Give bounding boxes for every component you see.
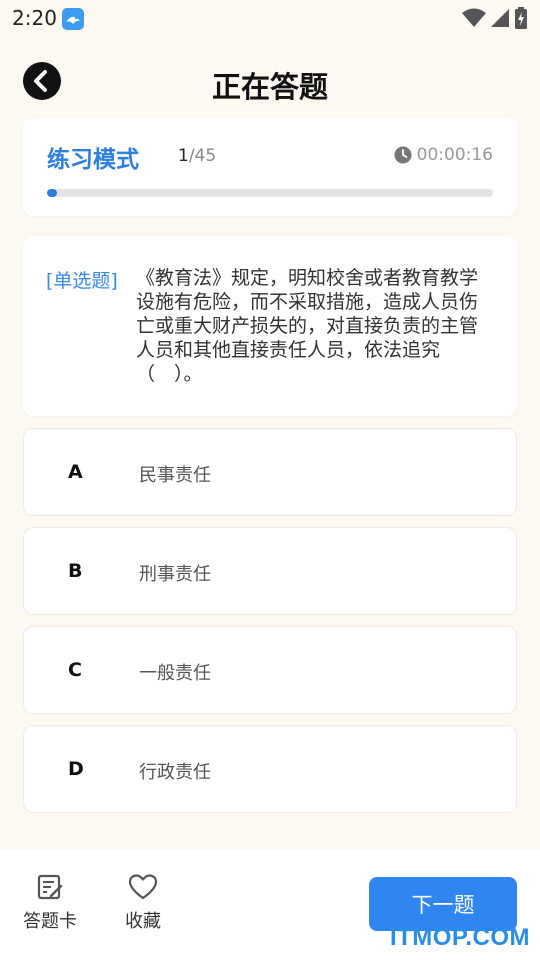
status-icons: [462, 7, 528, 33]
option-b[interactable]: B 刑事责任: [23, 527, 517, 615]
mode-label: 练习模式: [47, 147, 139, 173]
option-d[interactable]: D 行政责任: [23, 725, 517, 813]
timer-value: 00:00:16: [416, 145, 493, 165]
option-letter: D: [68, 758, 84, 780]
watermark: ITMOP.COM: [389, 924, 530, 951]
option-letter: A: [68, 461, 83, 483]
question-type: [单选题]: [46, 270, 118, 292]
progress-fill: [47, 189, 57, 197]
next-question-button[interactable]: 下一题: [369, 877, 517, 931]
option-letter: B: [68, 560, 83, 582]
option-text: 一般责任: [139, 663, 211, 684]
bottom-bar: 答题卡 收藏 下一题 ITMOP.COM: [0, 849, 540, 960]
answer-card-label: 答题卡: [23, 911, 77, 932]
app-notification-icon: [62, 8, 84, 30]
header: 正在答题: [0, 52, 540, 112]
wifi-icon: [462, 8, 486, 32]
favorite-button[interactable]: 收藏: [108, 873, 178, 933]
option-letter: C: [68, 659, 82, 681]
answer-card-button[interactable]: 答题卡: [15, 873, 85, 933]
page-title: 正在答题: [211, 70, 328, 104]
option-a[interactable]: A 民事责任: [23, 428, 517, 516]
answer-sheet-icon: [37, 874, 63, 900]
question-text: 《教育法》规定，明知校舍或者教育教学设施有危险，而不采取措施，造成人员伤亡或重大…: [136, 267, 479, 385]
current-question-number: 1: [178, 146, 189, 166]
option-text: 民事责任: [139, 465, 211, 486]
question-counter: 1/45: [178, 146, 216, 166]
heart-icon: [128, 874, 158, 900]
question-card: [单选题] 《教育法》规定，明知校舍或者教育教学设施有危险，而不采取措施，造成人…: [23, 236, 517, 416]
clock-icon: [394, 146, 412, 164]
option-text: 刑事责任: [139, 564, 211, 585]
progress-card: 练习模式 1/45 00:00:16: [23, 118, 517, 216]
timer: 00:00:16: [394, 145, 493, 165]
favorite-label: 收藏: [125, 911, 161, 932]
total-questions: /45: [188, 146, 217, 166]
status-time: 2:20: [12, 6, 57, 30]
option-c[interactable]: C 一般责任: [23, 626, 517, 714]
progress-bar: [47, 189, 493, 197]
option-text: 行政责任: [139, 762, 211, 783]
signal-icon: [490, 8, 510, 32]
status-bar: 2:20: [0, 0, 540, 38]
battery-charging-icon: [514, 7, 528, 33]
